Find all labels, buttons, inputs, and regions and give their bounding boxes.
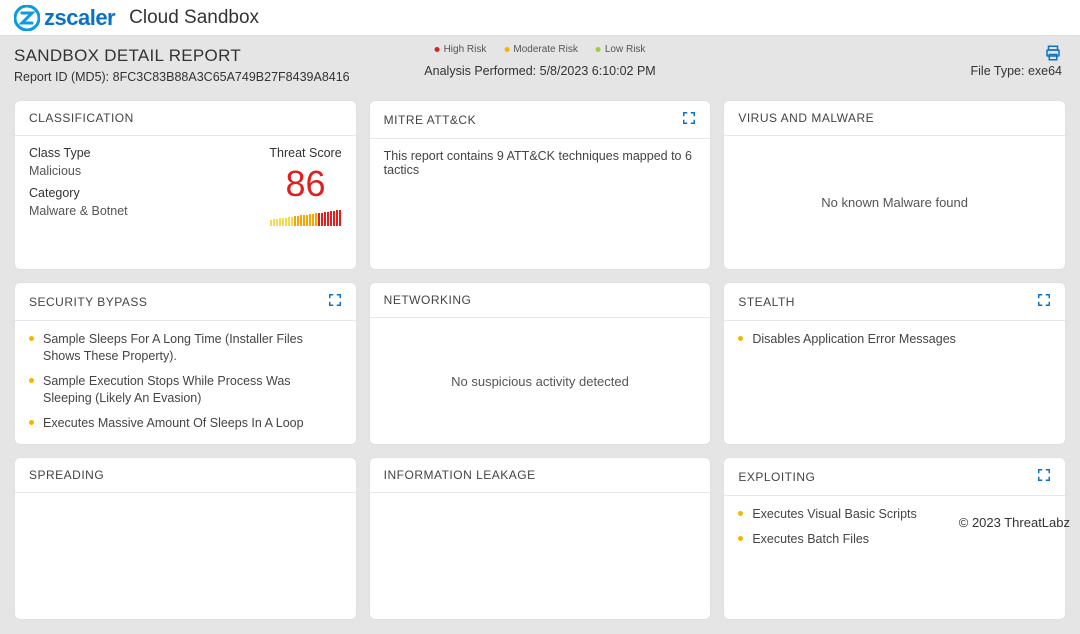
report-id-value: 8FC3C83B88A3C65A749B27F8439A8416: [113, 70, 350, 84]
card-body: [15, 493, 356, 619]
card-body: [370, 493, 711, 619]
card-exploiting: EXPLOITING Executes Visual Basic Scripts…: [723, 457, 1066, 620]
category-label: Category: [29, 186, 128, 200]
threat-score-value: 86: [269, 164, 341, 204]
card-title: NETWORKING: [384, 293, 472, 307]
card-header: VIRUS AND MALWARE: [724, 101, 1065, 136]
threat-meter-icon: [269, 210, 341, 226]
legend-moderate: Moderate Risk: [504, 44, 577, 55]
card-title: INFORMATION LEAKAGE: [384, 468, 536, 482]
card-spreading: SPREADING: [14, 457, 357, 620]
networking-text: No suspicious activity detected: [451, 374, 629, 389]
card-title: CLASSIFICATION: [29, 111, 134, 125]
card-body: This report contains 9 ATT&CK techniques…: [370, 139, 711, 269]
expand-icon: [1037, 293, 1051, 307]
risk-legend: High Risk Moderate Risk Low Risk: [435, 44, 646, 55]
card-information-leakage: INFORMATION LEAKAGE: [369, 457, 712, 620]
virus-text: No known Malware found: [821, 195, 968, 210]
card-header: STEALTH: [724, 283, 1065, 321]
mitre-text: This report contains 9 ATT&CK techniques…: [384, 149, 697, 177]
brand-text: zscaler: [44, 5, 115, 31]
product-name: Cloud Sandbox: [129, 7, 259, 29]
report-header: SANDBOX DETAIL REPORT Report ID (MD5): 8…: [0, 36, 1080, 92]
card-body: No suspicious activity detected: [370, 318, 711, 444]
card-networking: NETWORKING No suspicious activity detect…: [369, 282, 712, 445]
analysis-timestamp: Analysis Performed: 5/8/2023 6:10:02 PM: [424, 64, 655, 78]
list-item: Sample Execution Stops While Process Was…: [29, 373, 342, 407]
expand-button[interactable]: [682, 111, 696, 128]
card-stealth: STEALTH Disables Application Error Messa…: [723, 282, 1066, 445]
stealth-list: Disables Application Error Messages: [738, 331, 1051, 348]
card-title: SECURITY BYPASS: [29, 295, 147, 309]
card-header: SECURITY BYPASS: [15, 283, 356, 321]
footer-credit: © 2023 ThreatLabz: [959, 515, 1070, 530]
expand-button[interactable]: [328, 293, 342, 310]
print-icon: [1044, 44, 1062, 62]
dot-low-icon: [596, 47, 601, 52]
expand-icon: [1037, 468, 1051, 482]
class-type-value: Malicious: [29, 164, 128, 178]
card-security-bypass: SECURITY BYPASS Sample Sleeps For A Long…: [14, 282, 357, 445]
expand-button[interactable]: [1037, 293, 1051, 310]
card-title: MITRE ATT&CK: [384, 113, 476, 127]
print-button[interactable]: [1044, 44, 1062, 65]
list-item: Disables Application Error Messages: [738, 331, 1051, 348]
card-mitre: MITRE ATT&CK This report contains 9 ATT&…: [369, 100, 712, 270]
class-type-label: Class Type: [29, 146, 128, 160]
card-header: CLASSIFICATION: [15, 101, 356, 136]
dot-moderate-icon: [504, 47, 509, 52]
card-body: Sample Sleeps For A Long Time (Installer…: [15, 321, 356, 449]
brand-logo: zscaler: [14, 5, 115, 31]
card-title: VIRUS AND MALWARE: [738, 111, 874, 125]
card-classification: CLASSIFICATION Class Type Malicious Cate…: [14, 100, 357, 270]
card-title: SPREADING: [29, 468, 104, 482]
legend-high: High Risk: [435, 44, 487, 55]
card-virus: VIRUS AND MALWARE No known Malware found: [723, 100, 1066, 270]
card-header: SPREADING: [15, 458, 356, 493]
card-body: Class Type Malicious Category Malware & …: [15, 136, 356, 269]
card-title: EXPLOITING: [738, 470, 815, 484]
cards-grid: CLASSIFICATION Class Type Malicious Cate…: [0, 92, 1080, 634]
card-header: MITRE ATT&CK: [370, 101, 711, 139]
list-item: Executes Massive Amount Of Sleeps In A L…: [29, 415, 342, 432]
legend-low: Low Risk: [596, 44, 646, 55]
threat-score-label: Threat Score: [269, 146, 341, 160]
card-header: NETWORKING: [370, 283, 711, 318]
expand-icon: [682, 111, 696, 125]
expand-icon: [328, 293, 342, 307]
card-header: INFORMATION LEAKAGE: [370, 458, 711, 493]
category-value: Malware & Botnet: [29, 204, 128, 218]
zscaler-icon: [14, 5, 40, 31]
card-body: Disables Application Error Messages: [724, 321, 1065, 444]
app-header: zscaler Cloud Sandbox: [0, 0, 1080, 36]
list-item: Executes Batch Files: [738, 531, 1051, 548]
classification-details: Class Type Malicious Category Malware & …: [29, 146, 128, 259]
file-type: File Type: exe64: [971, 64, 1063, 78]
expand-button[interactable]: [1037, 468, 1051, 485]
card-body: No known Malware found: [724, 136, 1065, 269]
bypass-list: Sample Sleeps For A Long Time (Installer…: [29, 331, 342, 431]
card-header: EXPLOITING: [724, 458, 1065, 496]
list-item: Sample Sleeps For A Long Time (Installer…: [29, 331, 342, 365]
threat-score-box: Threat Score 86: [269, 146, 341, 259]
report-id-label: Report ID (MD5):: [14, 70, 113, 84]
dot-high-icon: [435, 47, 440, 52]
card-title: STEALTH: [738, 295, 795, 309]
